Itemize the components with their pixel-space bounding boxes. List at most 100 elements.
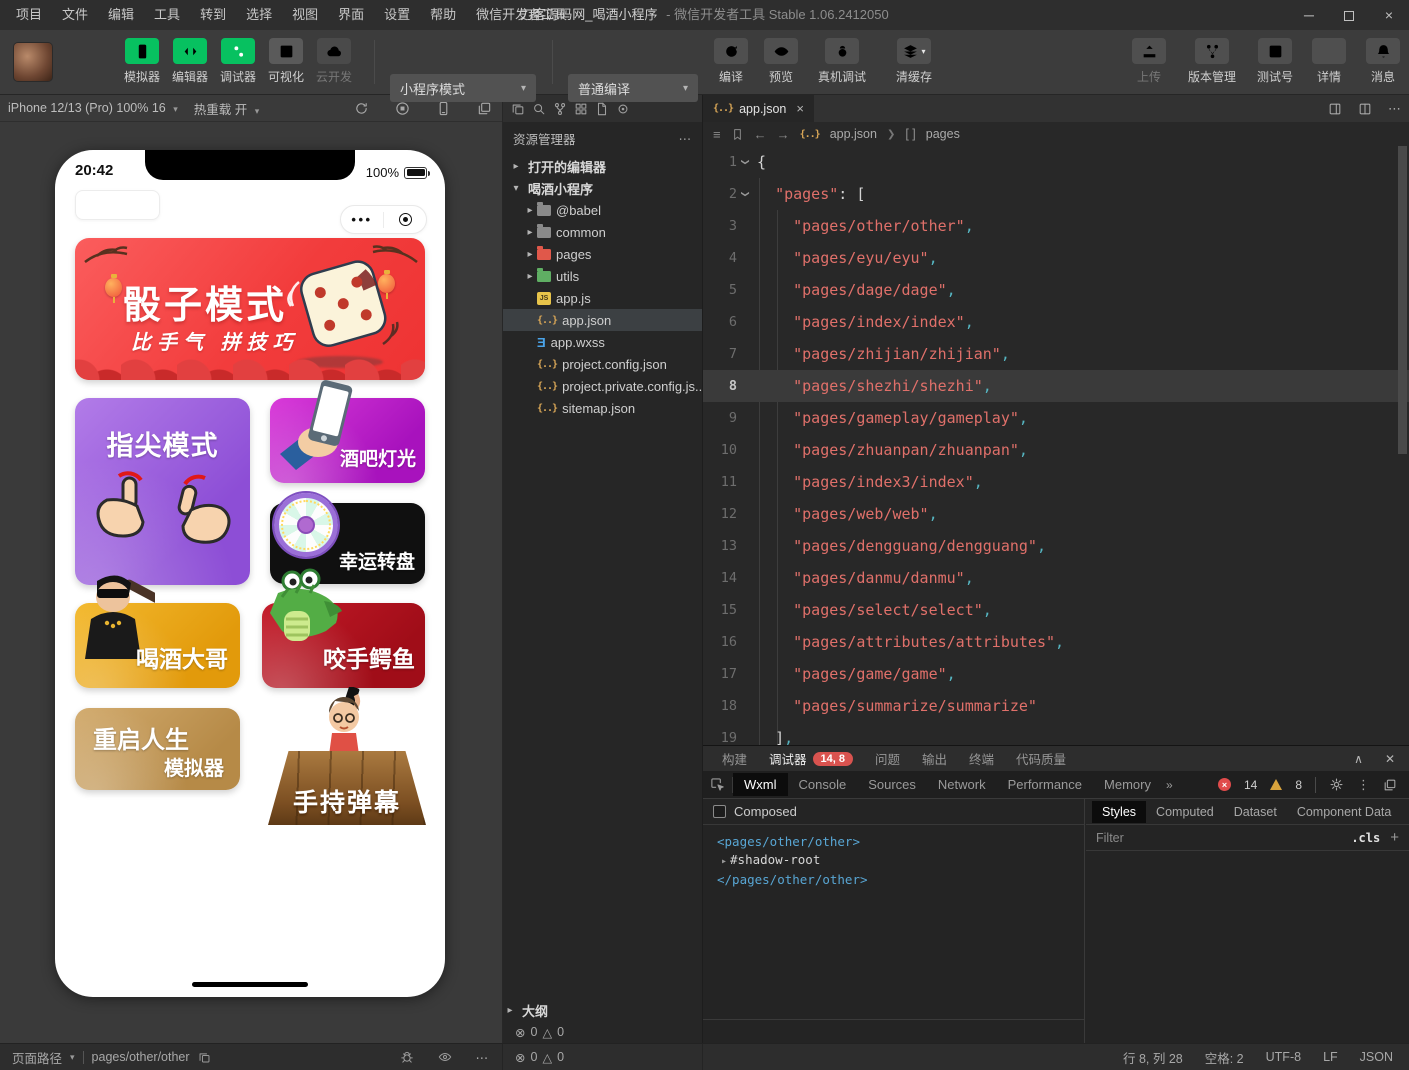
composed-checkbox[interactable] [713, 805, 726, 818]
panel-tab-终端[interactable]: 终端 [960, 749, 1003, 768]
restart-life-tile[interactable]: 重启人生 模拟器 [75, 708, 240, 790]
crocodile-tile[interactable]: 咬手鳄鱼 [262, 603, 425, 688]
filter-input[interactable]: Filter [1096, 831, 1341, 845]
bookmark-icon[interactable] [731, 128, 744, 141]
editor-scrollbar[interactable] [1398, 146, 1407, 454]
close-panel-icon[interactable]: ✕ [1385, 752, 1395, 766]
cursor-position[interactable]: 行 8, 列 28 [1123, 1048, 1183, 1067]
toolbar-button-模拟器[interactable]: 模拟器 [118, 38, 166, 85]
fold-chevron-icon[interactable]: ❯ [729, 154, 761, 170]
code-line-3[interactable]: 3 "pages/other/other", [703, 210, 1409, 242]
preview-icon[interactable] [438, 1050, 452, 1064]
dock-side-icon[interactable] [1383, 778, 1397, 792]
kebab-menu-icon[interactable]: ⋮ [1357, 777, 1370, 793]
panel-tab-代码质量[interactable]: 代码质量 [1007, 749, 1075, 768]
encoding[interactable]: UTF-8 [1266, 1050, 1301, 1064]
styles-tab-Computed[interactable]: Computed [1146, 801, 1224, 823]
tree-item-project.private.config.js...[interactable]: {..}project.private.config.js... [503, 375, 702, 397]
toolbar-button-编辑器[interactable]: 编辑器 [166, 38, 214, 85]
tree-item-app.wxss[interactable]: Ǝapp.wxss [503, 331, 702, 353]
code-line-5[interactable]: 5 "pages/dage/dage", [703, 274, 1409, 306]
debug-icon[interactable] [400, 1050, 414, 1064]
tree-item-app.js[interactable]: JSapp.js [503, 287, 702, 309]
cls-toggle-button[interactable]: .cls [1351, 831, 1380, 845]
code-line-9[interactable]: 9 "pages/gameplay/gameplay", [703, 402, 1409, 434]
more-menu-icon[interactable]: ••• [341, 213, 383, 226]
chevron-right-icon[interactable]: ▸ [721, 856, 727, 867]
forward-icon[interactable]: → [777, 127, 790, 142]
toolbar-button-可视化[interactable]: 可视化 [262, 38, 310, 85]
tree-item-喝酒小程序[interactable]: ▾喝酒小程序 [503, 177, 702, 199]
code-line-8[interactable]: 8 "pages/shezhi/shezhi", [703, 370, 1409, 402]
tree-item-打开的编辑器[interactable]: ▸打开的编辑器 [503, 155, 702, 177]
menu-转到[interactable]: 转到 [190, 0, 236, 30]
copy-path-icon[interactable] [198, 1051, 211, 1064]
more-tabs-icon[interactable]: » [1166, 778, 1173, 792]
menu-工具[interactable]: 工具 [144, 0, 190, 30]
devtools-tab-Performance[interactable]: Performance [997, 773, 1093, 796]
toolbar-button-清缓存[interactable]: ▾清缓存 [878, 38, 950, 85]
toolbar-button-消息[interactable]: 消息 [1356, 38, 1409, 85]
add-rule-icon[interactable]: + [1390, 829, 1399, 846]
panel-tab-问题[interactable]: 问题 [866, 749, 909, 768]
eol-setting[interactable]: LF [1323, 1050, 1338, 1064]
miniprogram-capsule[interactable]: ••• [340, 205, 427, 234]
code-line-19[interactable]: 19 ], [703, 722, 1409, 745]
toolbar-button-真机调试[interactable]: 真机调试 [806, 38, 878, 85]
toolbar-button-版本管理[interactable]: 版本管理 [1176, 38, 1248, 85]
devtools-tab-Network[interactable]: Network [927, 773, 997, 796]
toolbar-button-调试器[interactable]: 调试器 [214, 38, 262, 85]
wxml-close-tag[interactable]: </pages/other/other> [717, 871, 1084, 889]
branch-icon[interactable] [553, 102, 567, 116]
panel-tab-调试器[interactable]: 调试器14, 8 [760, 749, 862, 768]
drink-bro-tile[interactable]: 喝酒大哥 [75, 603, 240, 688]
nav-placeholder-button[interactable] [75, 190, 160, 220]
breadcrumb-file[interactable]: app.json [830, 127, 877, 141]
code-line-4[interactable]: 4 "pages/eyu/eyu", [703, 242, 1409, 274]
grid-icon[interactable] [574, 102, 588, 116]
close-button[interactable]: × [1369, 0, 1409, 30]
brush-icon[interactable] [616, 102, 630, 116]
menu-设置[interactable]: 设置 [374, 0, 420, 30]
page-path-label[interactable]: 页面路径 [12, 1048, 62, 1067]
collapse-panel-icon[interactable]: ∧ [1354, 752, 1363, 766]
language-mode[interactable]: JSON [1360, 1050, 1393, 1064]
code-line-13[interactable]: 13 "pages/dengguang/dengguang", [703, 530, 1409, 562]
menu-选择[interactable]: 选择 [236, 0, 282, 30]
minimize-button[interactable]: ─ [1289, 0, 1329, 30]
fingertip-mode-tile[interactable]: 指尖模式 [75, 398, 250, 585]
menu-界面[interactable]: 界面 [328, 0, 374, 30]
menu-编辑[interactable]: 编辑 [98, 0, 144, 30]
layout-columns-icon[interactable] [1358, 102, 1372, 116]
handheld-danmu-tile[interactable]: 手持弹幕 [268, 695, 426, 825]
shadow-root-node[interactable]: #shadow-root [730, 852, 820, 867]
chevron-right-icon[interactable]: ▸ [523, 249, 537, 260]
breadcrumb-node[interactable]: pages [926, 127, 960, 141]
compile-dropdown[interactable]: 普通编译 ▾ [568, 74, 698, 102]
chevron-down-icon[interactable]: ▾ [509, 183, 523, 194]
tab-app-json[interactable]: {..} app.json × [703, 95, 814, 122]
restart-icon[interactable] [354, 101, 369, 116]
page-path-value[interactable]: pages/other/other [92, 1050, 190, 1064]
code-line-14[interactable]: 14 "pages/danmu/danmu", [703, 562, 1409, 594]
bar-light-tile[interactable]: 酒吧灯光 [270, 398, 425, 483]
panel-tab-构建[interactable]: 构建 [713, 749, 756, 768]
tree-item-project.config.json[interactable]: {..}project.config.json [503, 353, 702, 375]
phone-simulator[interactable]: 20:42 100% ••• 骰子模式 [55, 150, 445, 997]
styles-tab-Component-Data[interactable]: Component Data [1287, 801, 1402, 823]
split-editor-icon[interactable] [1328, 102, 1342, 116]
back-icon[interactable]: ← [754, 127, 767, 142]
close-target-icon[interactable] [384, 213, 426, 226]
outline-section[interactable]: ▸ 大纲 [503, 999, 702, 1021]
more-actions-icon[interactable]: ⋯ [679, 131, 693, 146]
problems-summary[interactable]: ⊗ 0 △ 0 [503, 1021, 702, 1043]
search-icon[interactable] [532, 102, 546, 116]
devtools-tab-Memory[interactable]: Memory [1093, 773, 1162, 796]
tree-item-pages[interactable]: ▸pages [503, 243, 702, 265]
chevron-right-icon[interactable]: ▸ [523, 271, 537, 282]
outline-list-icon[interactable]: ≡ [713, 127, 721, 142]
device-frame-icon[interactable] [436, 101, 451, 116]
chevron-right-icon[interactable]: ▸ [523, 227, 537, 238]
copy-icon[interactable] [511, 102, 525, 116]
code-area[interactable]: 1❯{2❯ "pages": [3 "pages/other/other",4 … [703, 146, 1409, 745]
